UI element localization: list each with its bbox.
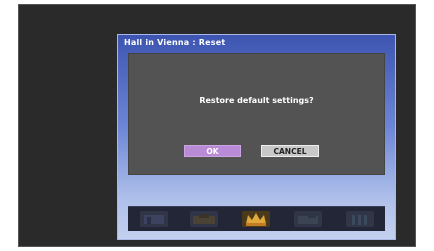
thumbnail-2[interactable] — [190, 211, 218, 227]
reset-dialog: Restore default settings? OK CANCEL — [128, 53, 385, 175]
thumbnail-3-selected[interactable] — [242, 211, 270, 227]
room-thumb-icon — [144, 215, 164, 224]
osd-window: Hall in Vienna : Reset Restore default s… — [117, 34, 396, 240]
window-title: Hall in Vienna : Reset — [124, 38, 226, 47]
cancel-button[interactable]: CANCEL — [261, 145, 319, 157]
tv-screen: Hall in Vienna : Reset Restore default s… — [18, 4, 416, 247]
dialog-message: Restore default settings? — [199, 96, 314, 105]
thumbnail-4[interactable] — [294, 211, 322, 227]
room-thumb-icon — [193, 214, 215, 224]
thumbnail-5[interactable] — [346, 211, 374, 227]
room-thumb-icon — [352, 215, 367, 225]
ok-button[interactable]: OK — [184, 145, 241, 157]
hall-crown-icon — [246, 213, 266, 226]
thumbnail-1[interactable] — [140, 211, 168, 227]
thumbnail-strip — [128, 206, 385, 231]
room-thumb-icon — [298, 214, 318, 224]
